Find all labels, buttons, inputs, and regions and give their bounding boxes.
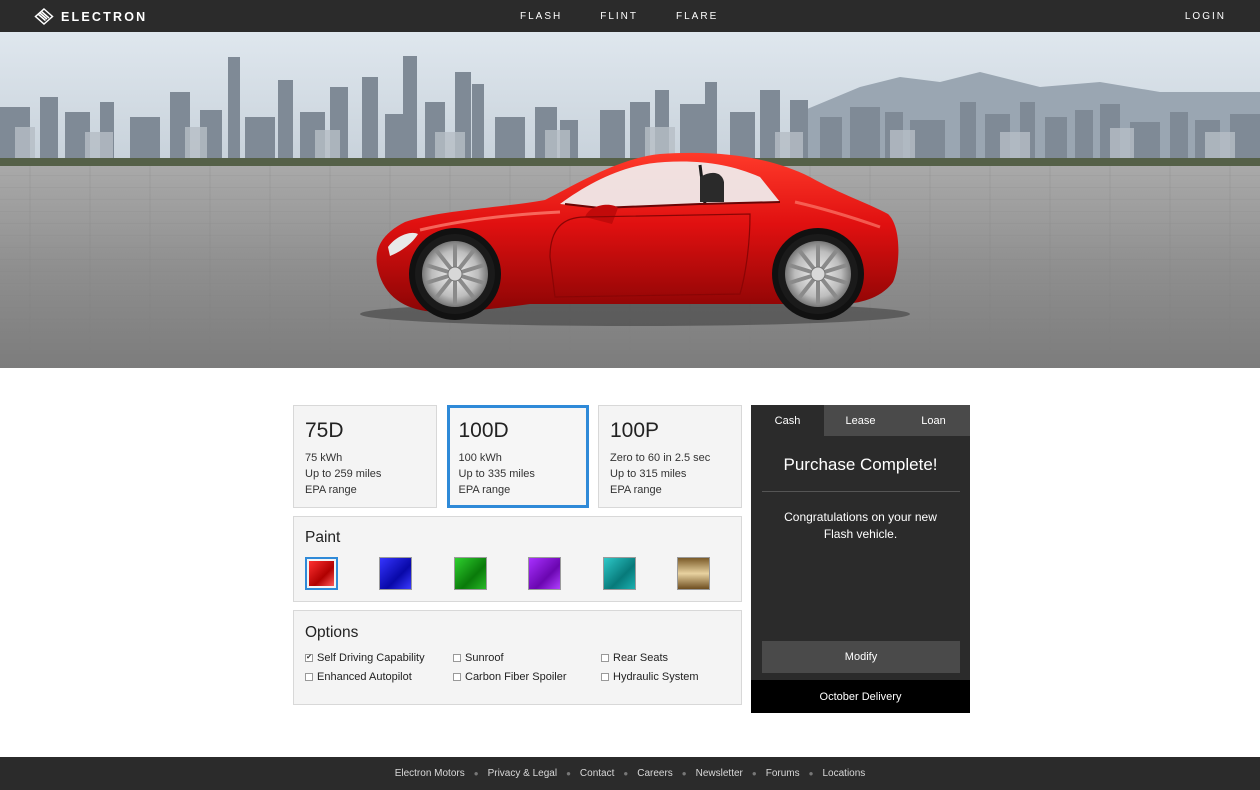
paint-swatch-blue[interactable]: [379, 557, 413, 590]
payment-tabs: Cash Lease Loan: [751, 405, 970, 436]
option-label: Hydraulic System: [613, 671, 699, 683]
footer: Electron Motors ● Privacy & Legal ● Cont…: [0, 757, 1260, 790]
model-name: 75D: [305, 419, 344, 442]
paint-swatch-green[interactable]: [453, 557, 487, 590]
separator-dot: ●: [566, 769, 571, 778]
modify-button[interactable]: Modify: [762, 641, 960, 673]
separator-dot: ●: [473, 769, 479, 778]
option-label: Enhanced Autopilot: [317, 671, 412, 683]
paint-swatch-red[interactable]: [305, 557, 338, 590]
option-enhanced-autopilot[interactable]: Enhanced Autopilot: [305, 671, 453, 683]
model-card-100p[interactable]: 100P Zero to 60 in 2.5 sec Up to 315 mil…: [598, 405, 742, 508]
hero-image: [0, 32, 1260, 368]
model-name: 100P: [610, 419, 660, 442]
front-wheel: [415, 234, 495, 314]
paint-swatch-purple[interactable]: [528, 557, 562, 590]
hero-car-illustration: [0, 32, 1260, 368]
model-spec: 75 kWh: [305, 452, 343, 464]
checkbox-checked[interactable]: ✔: [305, 654, 313, 662]
tab-lease[interactable]: Lease: [824, 405, 897, 436]
tab-cash[interactable]: Cash: [751, 405, 824, 436]
electron-logo-icon: [34, 8, 54, 25]
model-spec: Up to 315 miles: [610, 468, 687, 480]
purchase-title: Purchase Complete!: [783, 455, 938, 474]
purchase-message: Congratulations on your new Flash vehicl…: [784, 510, 937, 541]
option-sunroof[interactable]: Sunroof: [453, 652, 601, 664]
option-carbon-fiber-spoiler[interactable]: Carbon Fiber Spoiler: [453, 671, 601, 683]
model-card-75d[interactable]: 75D 75 kWh Up to 259 miles EPA range: [293, 405, 437, 508]
options-panel: Options ✔ Self Driving Capability Sunroo…: [293, 610, 742, 705]
footer-link-privacy-legal[interactable]: Privacy & Legal: [488, 768, 557, 779]
model-spec: Up to 259 miles: [305, 468, 382, 480]
option-rear-seats[interactable]: Rear Seats: [601, 652, 721, 664]
footer-link-careers[interactable]: Careers: [637, 768, 673, 779]
separator-dot: ●: [751, 769, 757, 778]
separator-dot: ●: [808, 769, 814, 778]
model-spec: EPA range: [305, 484, 357, 496]
delivery-estimate: October Delivery: [751, 680, 970, 713]
options-title: Options: [305, 624, 359, 641]
paint-swatches: [305, 557, 710, 590]
login-link[interactable]: LOGIN: [1185, 11, 1226, 22]
footer-link-electron-motors[interactable]: Electron Motors: [395, 768, 465, 779]
option-hydraulic-system[interactable]: Hydraulic System: [601, 671, 721, 683]
nav-link-flint[interactable]: FLINT: [600, 11, 638, 22]
model-spec: Zero to 60 in 2.5 sec: [610, 452, 711, 464]
model-spec: Up to 335 miles: [458, 468, 535, 480]
model-spec: 100 kWh: [458, 452, 502, 464]
paint-swatch-teal[interactable]: [602, 557, 636, 590]
model-selector: 75D 75 kWh Up to 259 miles EPA range 100…: [293, 405, 742, 508]
brand-name: ELECTRON: [61, 9, 148, 24]
option-label: Self Driving Capability: [317, 652, 425, 664]
separator-dot: ●: [681, 769, 687, 778]
main-nav: FLASH FLINT FLARE: [520, 0, 756, 32]
model-name: 100D: [458, 419, 509, 442]
model-spec: EPA range: [458, 484, 511, 496]
option-label: Rear Seats: [613, 652, 669, 664]
checkbox[interactable]: [453, 654, 461, 662]
option-self-driving[interactable]: ✔ Self Driving Capability: [305, 652, 453, 664]
rear-wheel: [778, 234, 858, 314]
paint-title: Paint: [305, 529, 341, 546]
footer-link-newsletter[interactable]: Newsletter: [696, 768, 743, 779]
checkbox[interactable]: [601, 654, 609, 662]
model-spec: EPA range: [610, 484, 662, 496]
model-card-100d[interactable]: 100D 100 kWh Up to 335 miles EPA range: [446, 405, 589, 508]
paint-panel: Paint: [293, 516, 742, 602]
brand-logo[interactable]: ELECTRON: [34, 8, 147, 25]
footer-link-locations[interactable]: Locations: [822, 768, 865, 779]
tab-loan[interactable]: Loan: [897, 405, 970, 436]
configurator: 75D 75 kWh Up to 259 miles EPA range 100…: [293, 405, 742, 705]
option-label: Sunroof: [465, 652, 504, 664]
top-navigation-bar: ELECTRON FLASH FLINT FLARE LOGIN: [0, 0, 1260, 32]
footer-link-contact[interactable]: Contact: [580, 768, 614, 779]
checkbox[interactable]: [305, 673, 313, 681]
divider: [761, 491, 960, 492]
nav-link-flare[interactable]: FLARE: [676, 11, 718, 22]
purchase-panel: Cash Lease Loan Purchase Complete! Congr…: [751, 405, 970, 713]
footer-link-forums[interactable]: Forums: [766, 768, 800, 779]
checkbox[interactable]: [601, 673, 609, 681]
nav-link-flash[interactable]: FLASH: [520, 11, 562, 22]
separator-dot: ●: [623, 769, 629, 778]
options-list: ✔ Self Driving Capability Sunroof Rear S…: [305, 652, 730, 683]
paint-swatch-bronze[interactable]: [676, 557, 710, 590]
checkbox[interactable]: [453, 673, 461, 681]
option-label: Carbon Fiber Spoiler: [465, 671, 567, 683]
